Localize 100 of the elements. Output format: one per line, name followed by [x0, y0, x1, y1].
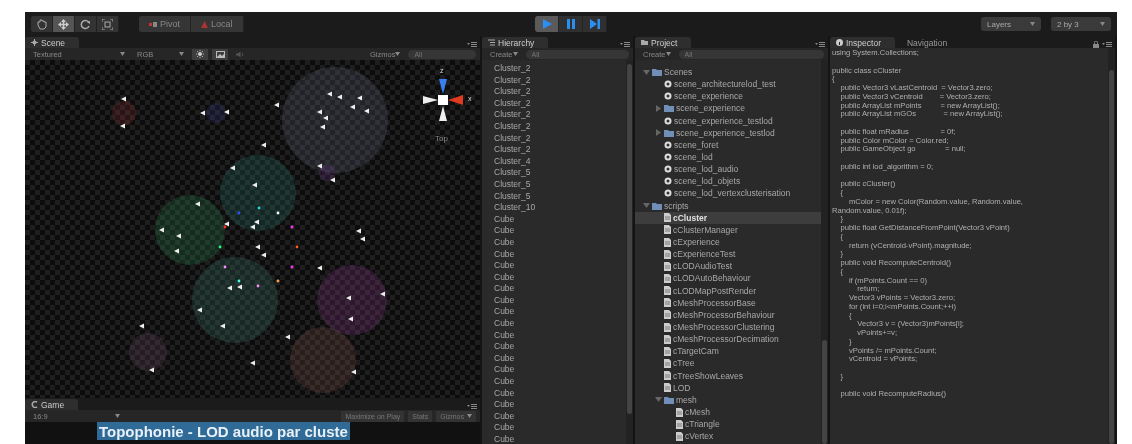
- project-item[interactable]: scene_lod_audio: [635, 163, 821, 176]
- hierarchy-item[interactable]: Cluster_2: [482, 109, 626, 121]
- hierarchy-item[interactable]: Cluster_2: [482, 63, 626, 75]
- hierarchy-item[interactable]: Cube: [482, 387, 626, 400]
- scrollbar[interactable]: [1108, 48, 1115, 444]
- hierarchy-item[interactable]: Cube: [482, 225, 626, 237]
- project-item[interactable]: cCluster: [635, 211, 821, 224]
- hierarchy-item[interactable]: Cluster_5: [482, 167, 626, 179]
- hierarchy-item[interactable]: Cube: [482, 283, 626, 295]
- project-item[interactable]: cMeshProcessorBase: [635, 296, 821, 309]
- layout-dropdown[interactable]: 2 by 3: [1051, 17, 1111, 31]
- hierarchy-item[interactable]: Cube: [482, 399, 626, 411]
- scene-tab-icon: [31, 39, 38, 46]
- scrollbar[interactable]: [821, 60, 828, 444]
- project-item[interactable]: scene_lod: [635, 151, 821, 164]
- hierarchy-item[interactable]: Cluster_5: [482, 178, 626, 191]
- hierarchy-item[interactable]: Cluster_2: [482, 86, 626, 98]
- hierarchy-item[interactable]: Cube: [482, 376, 626, 388]
- project-item[interactable]: cMeshProcessorClustering: [635, 320, 821, 334]
- script-file-icon: [664, 225, 671, 235]
- project-item[interactable]: cLODAudioTest: [635, 260, 821, 273]
- hierarchy-item[interactable]: Cluster_10: [482, 202, 626, 214]
- project-item[interactable]: scripts: [635, 199, 821, 212]
- script-file-icon: [664, 261, 671, 271]
- hierarchy-item[interactable]: Cube: [482, 213, 626, 226]
- project-item[interactable]: Scenes: [635, 66, 821, 79]
- hierarchy-item[interactable]: Cube: [482, 410, 626, 423]
- hierarchy-item[interactable]: Cube: [482, 248, 626, 261]
- project-item[interactable]: cMesh: [635, 405, 821, 419]
- panel-tab[interactable]: Navigation: [900, 37, 962, 48]
- hierarchy-item[interactable]: Cube: [482, 236, 626, 249]
- info-icon: [836, 39, 843, 46]
- project-item[interactable]: cLODAutoBehaviour: [635, 272, 821, 285]
- script-file-icon: [676, 407, 683, 417]
- project-item[interactable]: cTargetCam: [635, 345, 821, 358]
- hierarchy-item[interactable]: Cluster_2: [482, 120, 626, 133]
- image-toggle[interactable]: [212, 48, 228, 60]
- hierarchy-tab[interactable]: Hierarchy: [482, 37, 549, 48]
- layers-dropdown[interactable]: Layers: [981, 17, 1041, 31]
- panel-menu-icon: [467, 403, 477, 410]
- caret-icon: [665, 52, 671, 56]
- project-item[interactable]: cTriangle: [635, 418, 821, 431]
- scene-tab[interactable]: Scene: [25, 37, 80, 48]
- project-item[interactable]: scene_experience_testlod: [635, 114, 821, 127]
- hierarchy-item[interactable]: Cube: [482, 306, 626, 319]
- hierarchy-item[interactable]: Cube: [482, 422, 626, 434]
- hierarchy-item[interactable]: Cube: [482, 341, 626, 353]
- project-item[interactable]: scene_architecturelod_test: [635, 78, 821, 91]
- image-icon: [215, 50, 225, 58]
- project-item[interactable]: cLODMapPostRender: [635, 284, 821, 297]
- panel-menu-icon: [467, 41, 477, 48]
- hierarchy-item[interactable]: Cluster_2: [482, 144, 626, 156]
- hierarchy-item[interactable]: Cube: [482, 271, 626, 284]
- project-item[interactable]: scene_experience: [635, 102, 821, 115]
- hierarchy-item[interactable]: Cluster_4: [482, 155, 626, 168]
- hierarchy-item[interactable]: Cube: [482, 318, 626, 330]
- project-tab[interactable]: Project: [635, 37, 692, 48]
- tool-button[interactable]: [53, 16, 75, 32]
- play-button[interactable]: [535, 16, 559, 32]
- hierarchy-item[interactable]: Cluster_2: [482, 74, 626, 87]
- project-item[interactable]: cExperience: [635, 235, 821, 249]
- caret-icon[interactable]: [655, 129, 662, 137]
- caret-icon[interactable]: [643, 68, 650, 76]
- hierarchy-item[interactable]: Cluster_2: [482, 132, 626, 145]
- folder-icon: [664, 104, 674, 113]
- panel-tab[interactable]: Inspector: [830, 37, 895, 48]
- project-item[interactable]: cExperienceTest: [635, 248, 821, 261]
- panel-menu-icon: [1102, 41, 1112, 48]
- project-item[interactable]: cVertex: [635, 430, 821, 443]
- hierarchy-item[interactable]: Cube: [482, 364, 626, 377]
- tool-button[interactable]: [31, 16, 53, 32]
- caret-icon[interactable]: [643, 202, 650, 210]
- hierarchy-item[interactable]: Cube: [482, 260, 626, 272]
- hierarchy-item[interactable]: Cluster_2: [482, 97, 626, 110]
- project-item[interactable]: mesh: [635, 393, 821, 406]
- sun-icon: [196, 50, 204, 58]
- project-item[interactable]: scene_foret: [635, 138, 821, 151]
- axis-gizmo-icon[interactable]: [421, 77, 465, 123]
- hierarchy-item[interactable]: Cube: [482, 329, 626, 342]
- project-item[interactable]: scene_experience: [635, 90, 821, 103]
- caret-icon[interactable]: [655, 105, 662, 112]
- project-item[interactable]: cClusterManager: [635, 223, 821, 236]
- hierarchy-item[interactable]: Cluster_5: [482, 190, 626, 203]
- project-item[interactable]: scene_experience_testlod: [635, 126, 821, 139]
- folder-icon: [664, 128, 674, 137]
- scrollbar[interactable]: [626, 60, 633, 444]
- light-toggle[interactable]: [192, 48, 208, 60]
- project-item[interactable]: cTree: [635, 357, 821, 370]
- project-item[interactable]: scene_lod_objets: [635, 175, 821, 188]
- game-tab[interactable]: Game: [25, 399, 79, 410]
- project-item[interactable]: LOD: [635, 381, 821, 394]
- project-item[interactable]: cTreeShowLeaves: [635, 369, 821, 382]
- project-item[interactable]: cMeshProcessorDecimation: [635, 333, 821, 346]
- project-item[interactable]: scene_lod_vertexclusterisation: [635, 187, 821, 200]
- hierarchy-item[interactable]: Cube: [482, 434, 626, 444]
- pivot-button[interactable]: Pivot: [139, 16, 191, 32]
- hierarchy-item[interactable]: Cube: [482, 352, 626, 365]
- project-item[interactable]: cMeshProcessorBehaviour: [635, 308, 821, 321]
- caret-icon[interactable]: [655, 396, 662, 404]
- hierarchy-item[interactable]: Cube: [482, 294, 626, 307]
